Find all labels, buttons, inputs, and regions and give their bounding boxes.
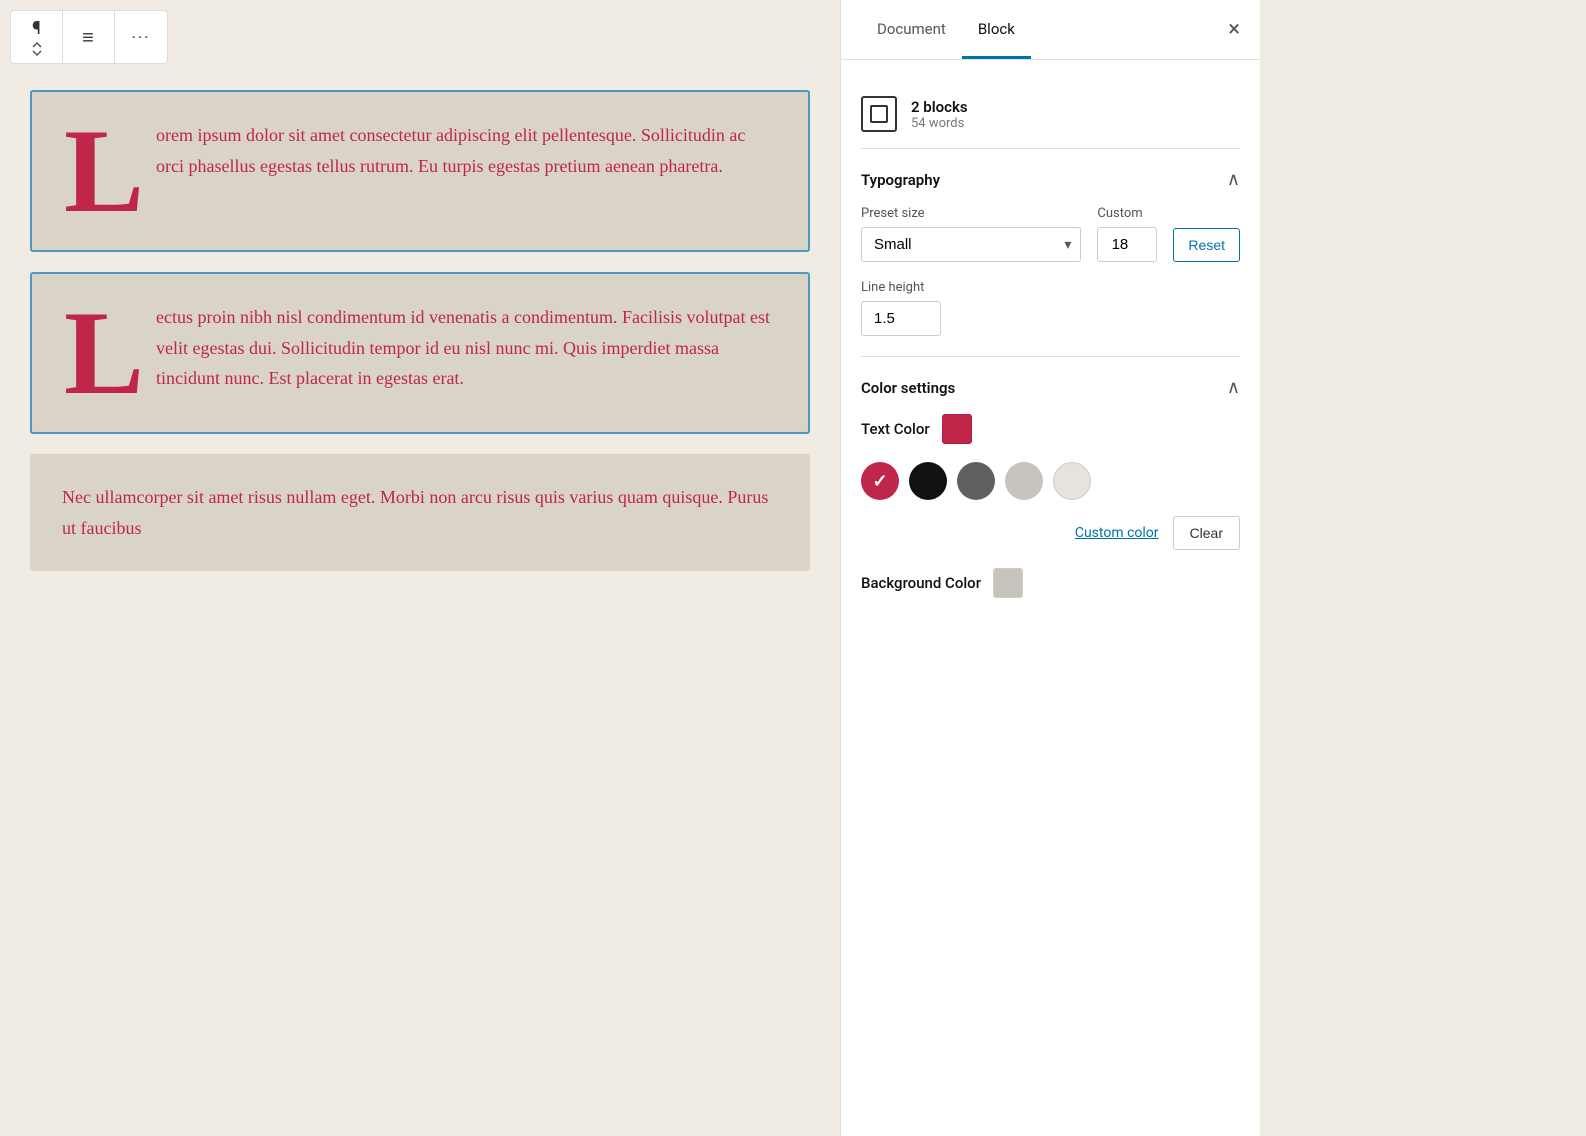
color-settings-toggle[interactable]: ∧ bbox=[1227, 377, 1240, 398]
text-color-swatch[interactable] bbox=[942, 414, 972, 444]
align-button[interactable]: ≡ bbox=[63, 11, 115, 63]
text-color-row: Text Color bbox=[861, 414, 1240, 444]
sidebar-header: Document Block × bbox=[841, 0, 1260, 60]
line-height-input[interactable] bbox=[861, 301, 941, 336]
typography-section: Typography ∧ Preset size Small Medium La… bbox=[861, 149, 1240, 357]
arrow-group bbox=[32, 41, 42, 57]
block-meta: 2 blocks 54 words bbox=[911, 98, 968, 131]
sidebar-body: 2 blocks 54 words Typography ∧ Preset si… bbox=[841, 60, 1260, 638]
block-toolbar: ¶ ≡ ··· bbox=[10, 10, 168, 64]
close-button[interactable]: × bbox=[1228, 19, 1240, 41]
block-icon-inner bbox=[870, 105, 888, 123]
color-settings-header: Color settings ∧ bbox=[861, 377, 1240, 398]
block-3[interactable]: Nec ullamcorper sit amet risus nullam eg… bbox=[30, 454, 810, 571]
custom-label: Custom bbox=[1097, 206, 1157, 221]
preset-custom-row: Preset size Small Medium Large X-Large ▾… bbox=[861, 206, 1240, 262]
block-2[interactable]: L ectus proin nibh nisl condimentum id v… bbox=[30, 272, 810, 434]
palette-color-off-white[interactable] bbox=[1053, 462, 1091, 500]
bg-color-swatch[interactable] bbox=[993, 568, 1023, 598]
color-actions: Custom color Clear bbox=[861, 516, 1240, 550]
block-2-text: ectus proin nibh nisl condimentum id ven… bbox=[156, 302, 776, 394]
palette-color-black[interactable] bbox=[909, 462, 947, 500]
typography-header: Typography ∧ bbox=[861, 169, 1240, 190]
line-height-label: Line height bbox=[861, 280, 1240, 295]
content-area: L orem ipsum dolor sit amet consectetur … bbox=[0, 0, 840, 1136]
block-1[interactable]: L orem ipsum dolor sit amet consectetur … bbox=[30, 90, 810, 252]
tab-document[interactable]: Document bbox=[861, 2, 962, 59]
more-options-button[interactable]: ··· bbox=[115, 11, 167, 63]
typography-title: Typography bbox=[861, 171, 940, 189]
color-palette bbox=[861, 462, 1240, 500]
sidebar-tabs: Document Block bbox=[861, 2, 1228, 58]
bg-color-row: Background Color bbox=[861, 568, 1240, 598]
palette-color-crimson[interactable] bbox=[861, 462, 899, 500]
preset-size-select[interactable]: Small Medium Large X-Large bbox=[861, 227, 1081, 262]
block-info: 2 blocks 54 words bbox=[861, 80, 1240, 149]
clear-button[interactable]: Clear bbox=[1173, 516, 1240, 550]
custom-size-input[interactable] bbox=[1097, 227, 1157, 262]
color-settings-title: Color settings bbox=[861, 379, 955, 397]
block-3-text: Nec ullamcorper sit amet risus nullam eg… bbox=[62, 487, 768, 538]
drop-cap-letter-1: L bbox=[64, 120, 144, 222]
custom-group: Custom bbox=[1097, 206, 1157, 262]
drop-cap-letter-2: L bbox=[64, 302, 144, 404]
preset-size-label: Preset size bbox=[861, 206, 1081, 221]
align-icon: ≡ bbox=[82, 25, 95, 50]
block-count: 2 blocks bbox=[911, 98, 968, 116]
color-settings-section: Color settings ∧ Text Color Custom color… bbox=[861, 357, 1240, 618]
paragraph-button[interactable]: ¶ bbox=[11, 11, 63, 63]
block-1-text: orem ipsum dolor sit amet consectetur ad… bbox=[156, 120, 776, 181]
typography-toggle[interactable]: ∧ bbox=[1227, 169, 1240, 190]
bg-color-label: Background Color bbox=[861, 574, 981, 592]
text-color-label: Text Color bbox=[861, 420, 930, 438]
line-height-section: Line height bbox=[861, 280, 1240, 336]
custom-color-link[interactable]: Custom color bbox=[1075, 525, 1159, 541]
more-icon: ··· bbox=[132, 28, 151, 47]
palette-color-light-gray[interactable] bbox=[1005, 462, 1043, 500]
block-icon bbox=[861, 96, 897, 132]
preset-select-wrap: Small Medium Large X-Large ▾ bbox=[861, 227, 1081, 262]
block-1-content: L orem ipsum dolor sit amet consectetur … bbox=[64, 120, 776, 222]
reset-button[interactable]: Reset bbox=[1173, 228, 1240, 262]
word-count: 54 words bbox=[911, 116, 968, 131]
block-2-content: L ectus proin nibh nisl condimentum id v… bbox=[64, 302, 776, 404]
palette-color-dark-gray[interactable] bbox=[957, 462, 995, 500]
preset-group: Preset size Small Medium Large X-Large ▾ bbox=[861, 206, 1081, 262]
paragraph-icon: ¶ bbox=[32, 18, 41, 39]
tab-block[interactable]: Block bbox=[962, 2, 1031, 59]
sidebar: Document Block × 2 blocks 54 words Typog… bbox=[840, 0, 1260, 1136]
